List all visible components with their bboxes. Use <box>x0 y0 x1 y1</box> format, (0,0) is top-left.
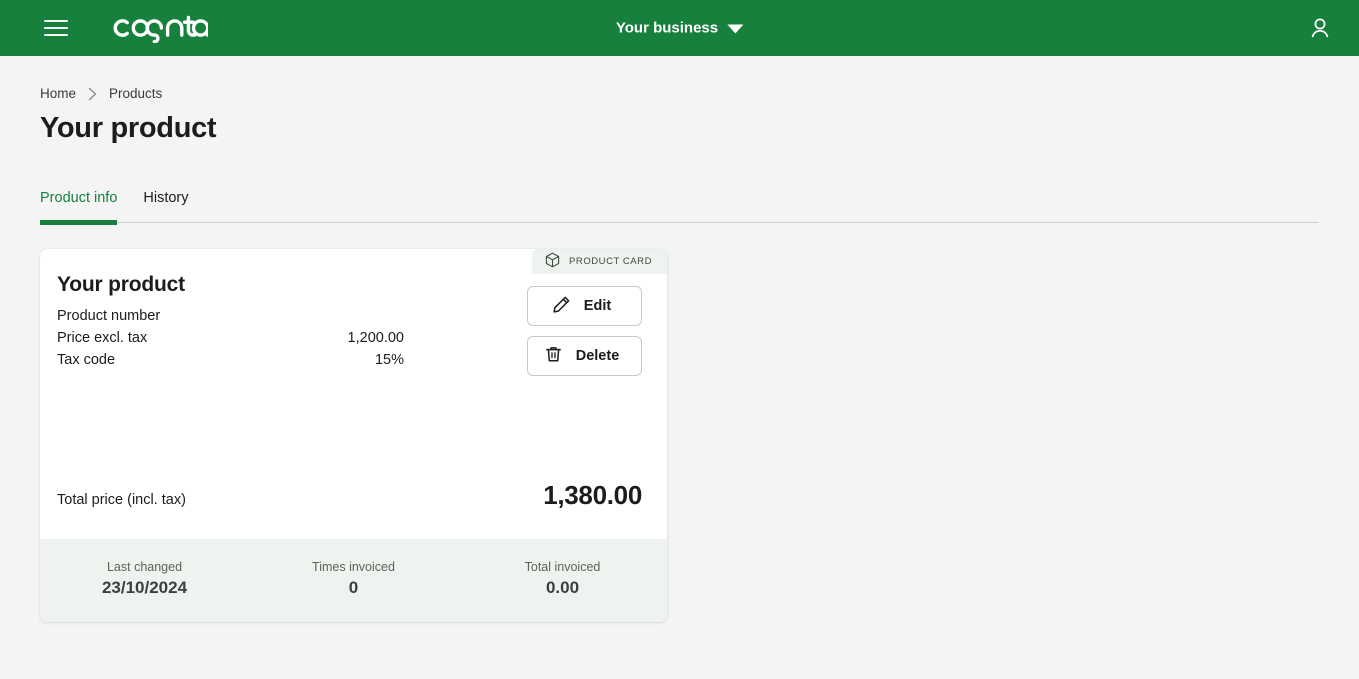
stat-label: Last changed <box>106 560 183 574</box>
row-label-tax-code: Tax code <box>57 352 116 368</box>
tab-bar: Product info History <box>40 190 1319 225</box>
product-card-tab-label: PRODUCT CARD <box>569 256 652 267</box>
edit-button-label: Edit <box>583 298 612 314</box>
row-label-product-number: Product number <box>57 308 161 324</box>
stat-times-invoiced: Times invoiced 0 <box>249 560 458 598</box>
stat-label: Times invoiced <box>312 560 395 574</box>
delete-button-label: Delete <box>575 348 620 364</box>
breadcrumb-item-products[interactable]: Products <box>109 86 162 101</box>
stat-last-changed: Last changed 23/10/2024 <box>40 560 249 598</box>
chevron-down-icon <box>727 24 744 34</box>
product-name: Your product <box>57 273 185 296</box>
hamburger-line <box>44 34 68 36</box>
chevron-right-icon <box>87 87 98 101</box>
breadcrumb-item-home[interactable]: Home <box>40 86 76 101</box>
product-card-body: Your product Product number Price excl. … <box>40 249 667 480</box>
table-row: Product number <box>57 305 404 327</box>
page-content: Home Products Your product Product info … <box>0 56 1359 622</box>
top-navigation-bar: Your business <box>0 0 1359 56</box>
row-label-price-excl-tax: Price excl. tax <box>57 330 148 346</box>
product-card-tab[interactable]: PRODUCT CARD <box>532 249 667 274</box>
stat-total-invoiced: Total invoiced 0.00 <box>458 560 667 598</box>
pencil-edit-icon <box>552 295 571 318</box>
breadcrumb: Home Products <box>40 56 1319 101</box>
user-account-button[interactable] <box>1305 13 1335 43</box>
business-switcher-label: Your business <box>615 19 719 37</box>
edit-button[interactable]: Edit <box>527 286 642 326</box>
tab-product-info[interactable]: Product info <box>40 190 118 225</box>
table-row: Price excl. tax 1,200.00 <box>57 327 404 349</box>
stat-value: 23/10/2024 <box>101 578 188 597</box>
stat-value: 0.00 <box>545 578 580 597</box>
delete-button[interactable]: Delete <box>527 336 642 376</box>
product-card-container: PRODUCT CARD Your product Product number… <box>40 249 667 622</box>
cube-box-icon <box>545 252 560 271</box>
table-row: Tax code 15% <box>57 349 404 371</box>
product-card-actions: Edit Delete <box>527 273 642 480</box>
user-account-icon <box>1311 18 1329 38</box>
tab-history[interactable]: History <box>143 190 188 222</box>
product-card: Your product Product number Price excl. … <box>40 249 667 622</box>
stat-value: 0 <box>348 578 359 597</box>
hamburger-line <box>44 20 68 22</box>
row-value-price-excl-tax: 1,200.00 <box>347 330 404 346</box>
row-value-tax-code: 15% <box>374 352 404 368</box>
trash-delete-icon <box>544 345 563 368</box>
stat-label: Total invoiced <box>524 560 601 574</box>
total-price-label: Total price (incl. tax) <box>57 492 186 508</box>
total-price-value: 1,380.00 <box>543 480 642 510</box>
conta-logo[interactable] <box>112 13 208 43</box>
product-details: Your product Product number Price excl. … <box>57 273 527 480</box>
product-attributes-list: Product number Price excl. tax 1,200.00 … <box>57 305 404 371</box>
hamburger-line <box>44 27 68 29</box>
business-switcher[interactable]: Your business <box>615 19 744 37</box>
hamburger-menu-icon[interactable] <box>44 15 70 41</box>
product-card-footer: Last changed 23/10/2024 Times invoiced 0… <box>40 539 667 622</box>
total-price-row: Total price (incl. tax) 1,380.00 <box>40 480 667 539</box>
page-title: Your product <box>40 112 217 144</box>
conta-logo-icon <box>113 15 208 43</box>
